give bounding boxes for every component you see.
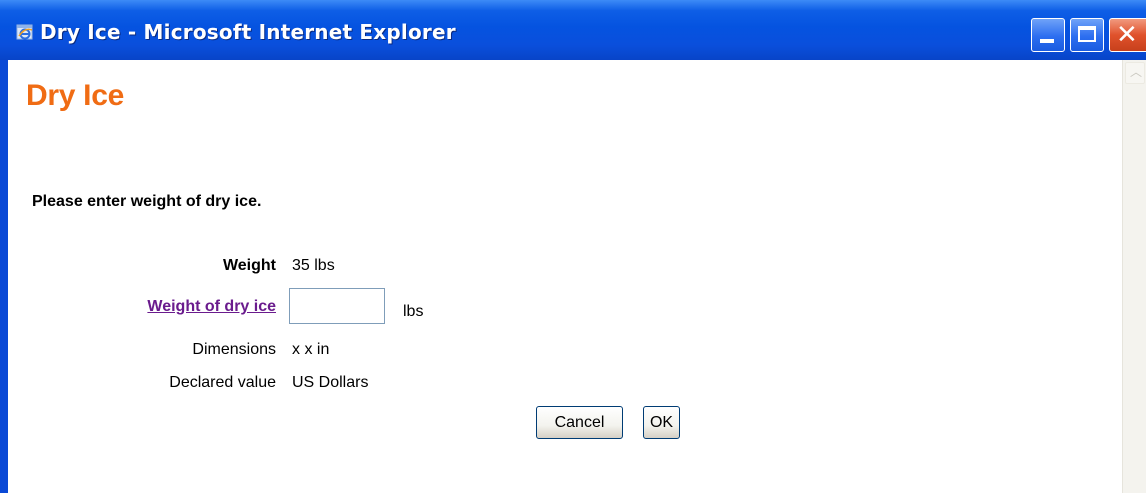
instruction-text: Please enter weight of dry ice.	[32, 193, 262, 210]
scroll-up-button[interactable]: ︿	[1125, 62, 1145, 84]
weight-label: Weight	[222, 257, 276, 274]
declared-value-label: Declared value	[169, 374, 276, 391]
vertical-scrollbar[interactable]: ︿	[1122, 60, 1146, 493]
maximize-button[interactable]	[1070, 18, 1104, 52]
chevron-up-icon: ︿	[1130, 65, 1143, 79]
weight-of-dry-ice-link[interactable]: Weight of dry ice	[147, 297, 276, 317]
browser-window: Dry Ice - Microsoft Internet Explorer ✕ …	[0, 0, 1146, 493]
close-icon: ✕	[1116, 20, 1138, 50]
title-bar[interactable]: Dry Ice - Microsoft Internet Explorer ✕	[0, 0, 1146, 60]
dry-ice-unit: lbs	[403, 303, 424, 320]
page-title: Dry Ice	[26, 79, 124, 112]
dimensions-label: Dimensions	[192, 341, 276, 358]
dimensions-value: x x in	[292, 341, 330, 358]
window-title: Dry Ice - Microsoft Internet Explorer	[40, 20, 456, 44]
declared-value: US Dollars	[292, 374, 369, 391]
page-content: Dry Ice Please enter weight of dry ice. …	[8, 60, 1146, 493]
weight-value: 35 lbs	[292, 257, 335, 274]
dry-ice-weight-input[interactable]	[289, 288, 385, 324]
ok-button[interactable]: OK	[643, 406, 680, 439]
maximize-icon	[1078, 26, 1096, 42]
ie-icon	[16, 24, 33, 40]
cancel-button[interactable]: Cancel	[536, 406, 623, 439]
minimize-icon	[1040, 39, 1054, 43]
close-button[interactable]: ✕	[1109, 18, 1146, 52]
minimize-button[interactable]	[1031, 18, 1065, 52]
